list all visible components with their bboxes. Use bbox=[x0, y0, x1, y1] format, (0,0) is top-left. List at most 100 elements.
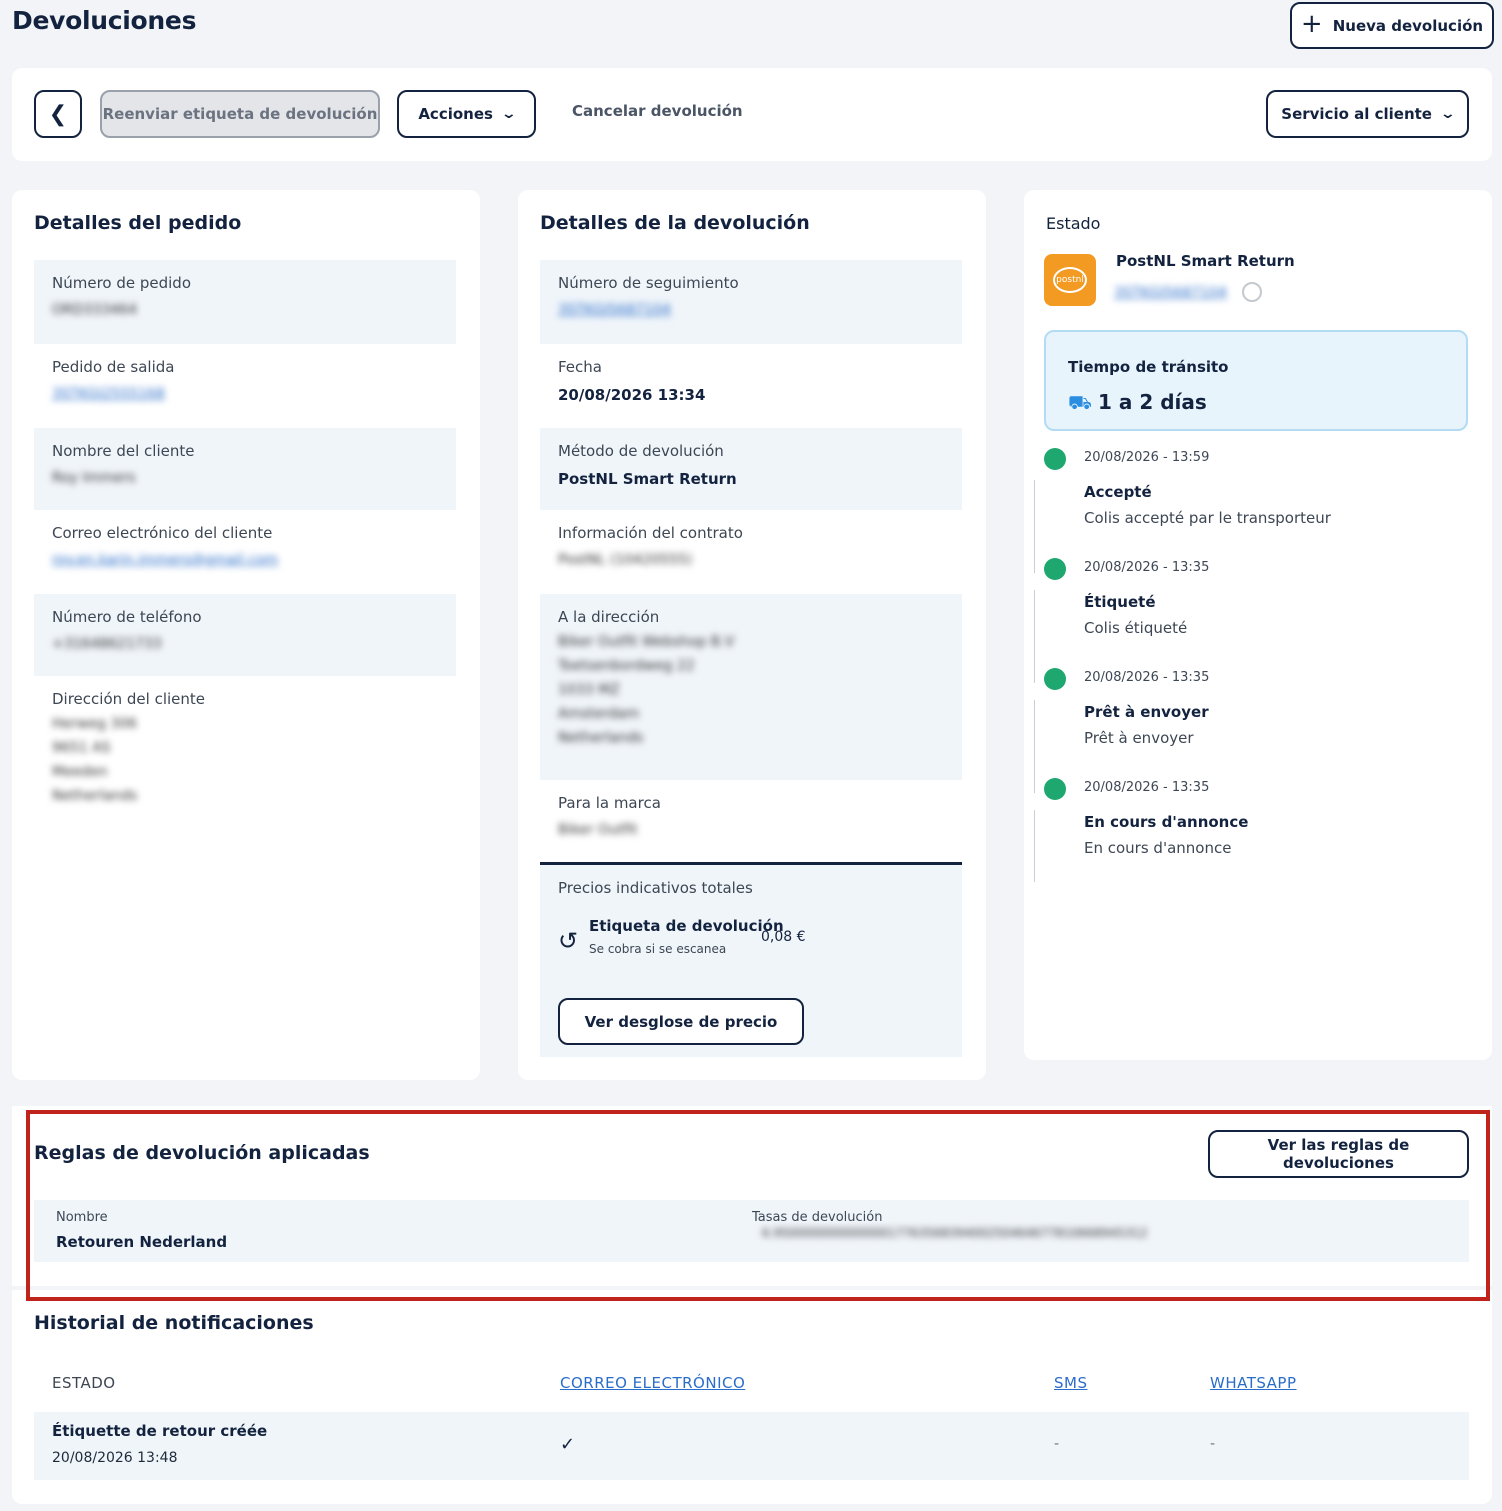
address-line: Meeden bbox=[52, 764, 108, 780]
phone-field: Número de teléfono +31648621733 bbox=[34, 594, 456, 676]
order-number-value: ORD333464 bbox=[52, 302, 137, 318]
field-label: Para la marca bbox=[558, 794, 661, 812]
address-line: 1033 MZ bbox=[558, 682, 620, 698]
timeline-connector bbox=[1034, 810, 1035, 882]
field-label: Número de seguimiento bbox=[558, 274, 739, 292]
actions-dropdown[interactable]: Acciones ⌄ bbox=[397, 90, 536, 138]
contract-info-value: PostNL (10420555) bbox=[558, 552, 693, 568]
status-card: Estado postnl PostNL Smart Return 3STKGJ… bbox=[1024, 190, 1492, 1060]
event-title: Accepté bbox=[1084, 483, 1152, 501]
status-title: Estado bbox=[1046, 214, 1101, 233]
event-description: En cours d'annonce bbox=[1084, 839, 1232, 857]
event-description: Colis étiqueté bbox=[1084, 619, 1188, 637]
event-title: Prêt à envoyer bbox=[1084, 703, 1209, 721]
prices-title: Precios indicativos totales bbox=[558, 879, 753, 897]
date-field: Fecha 20/08/2026 13:34 bbox=[540, 344, 962, 428]
column-sms[interactable]: SMS bbox=[1054, 1374, 1088, 1392]
return-label-item: Etiqueta de devolución bbox=[589, 917, 784, 935]
customer-address-value: Herweg 306 9651 AS Meeden Netherlands bbox=[52, 716, 438, 804]
new-return-button[interactable]: + Nueva devolución bbox=[1290, 2, 1494, 49]
cancel-return-button[interactable]: Cancelar devolución bbox=[572, 102, 743, 120]
event-title: En cours d'annonce bbox=[1084, 813, 1249, 831]
postnl-logo-mark: postnl bbox=[1053, 267, 1087, 293]
postnl-logo: postnl bbox=[1044, 254, 1096, 306]
price-breakdown-button[interactable]: Ver desglose de precio bbox=[558, 998, 804, 1045]
whatsapp-value: - bbox=[1210, 1436, 1216, 1452]
tracking-number-link[interactable]: 3STKGJ5687104 bbox=[558, 302, 944, 318]
order-details-card: Detalles del pedido Número de pedido ORD… bbox=[12, 190, 480, 1080]
outbound-order-link[interactable]: 3STKGJ2555168 bbox=[52, 386, 438, 402]
new-return-label: Nueva devolución bbox=[1332, 16, 1484, 35]
applied-rules-card: Reglas de devolución aplicadas Ver las r… bbox=[12, 1106, 1492, 1286]
status-dot bbox=[1044, 448, 1066, 470]
customer-email-link[interactable]: roy.en.karin.immers@gmail.com bbox=[52, 552, 438, 568]
chevron-down-icon: ⌄ bbox=[500, 106, 518, 122]
timeline-connector bbox=[1034, 700, 1035, 793]
to-address-field: A la dirección Biker Outfit Webshop B.V … bbox=[540, 594, 962, 780]
timeline-connector bbox=[1034, 480, 1035, 573]
customer-service-dropdown[interactable]: Servicio al cliente ⌄ bbox=[1266, 90, 1469, 138]
actions-label: Acciones bbox=[418, 105, 493, 123]
to-address-value: Biker Outfit Webshop B.V Toetsenbordweg … bbox=[558, 634, 944, 746]
order-details-title: Detalles del pedido bbox=[34, 212, 242, 234]
customer-address-field: Dirección del cliente Herweg 306 9651 AS… bbox=[34, 676, 456, 826]
column-status: ESTADO bbox=[52, 1374, 116, 1392]
field-label: Pedido de salida bbox=[52, 358, 175, 376]
event-time: 20/08/2026 - 13:59 bbox=[1084, 450, 1210, 465]
check-icon: ✓ bbox=[560, 1434, 576, 1455]
customer-name-value: Roy Immers bbox=[52, 470, 136, 486]
event-time: 20/08/2026 - 13:35 bbox=[1084, 780, 1210, 795]
address-line: Biker Outfit Webshop B.V bbox=[558, 634, 735, 650]
brand-value: Biker Outfit bbox=[558, 822, 638, 838]
return-details-card: Detalles de la devolución Número de segu… bbox=[518, 190, 986, 1080]
field-label: A la dirección bbox=[558, 608, 660, 626]
sms-value: - bbox=[1054, 1436, 1060, 1452]
back-button[interactable]: ❮ bbox=[34, 90, 82, 138]
status-dot bbox=[1044, 778, 1066, 800]
order-number-field: Número de pedido ORD333464 bbox=[34, 260, 456, 344]
rule-name-label: Nombre bbox=[56, 1210, 108, 1225]
transit-time-label: Tiempo de tránsito bbox=[1068, 358, 1229, 376]
return-details-title: Detalles de la devolución bbox=[540, 212, 810, 234]
applied-rules-title: Reglas de devolución aplicadas bbox=[34, 1142, 370, 1164]
event-title: Étiqueté bbox=[1084, 593, 1156, 611]
notification-date: 20/08/2026 13:48 bbox=[52, 1450, 178, 1466]
transit-time-box: Tiempo de tránsito ⛟ 1 a 2 días bbox=[1044, 330, 1468, 431]
return-method-value: PostNL Smart Return bbox=[558, 470, 737, 488]
return-fees-label: Tasas de devolución bbox=[752, 1210, 883, 1225]
rule-row: Nombre Retouren Nederland Tasas de devol… bbox=[34, 1200, 1469, 1262]
copy-icon[interactable] bbox=[1242, 282, 1262, 302]
table-row: Étiquette de retour créée 20/08/2026 13:… bbox=[34, 1412, 1469, 1480]
phone-value: +31648621733 bbox=[52, 636, 162, 652]
event-time: 20/08/2026 - 13:35 bbox=[1084, 670, 1210, 685]
indicative-prices-section: Precios indicativos totales ↺ Etiqueta d… bbox=[540, 862, 962, 1057]
column-whatsapp[interactable]: WHATSAPP bbox=[1210, 1374, 1297, 1392]
customer-service-label: Servicio al cliente bbox=[1281, 105, 1432, 123]
field-label: Fecha bbox=[558, 358, 602, 376]
notification-history-title: Historial de notificaciones bbox=[34, 1312, 314, 1334]
date-value: 20/08/2026 13:34 bbox=[558, 386, 706, 404]
view-return-rules-button[interactable]: Ver las reglas de devoluciones bbox=[1208, 1130, 1469, 1178]
carrier-tracking-link[interactable]: 3STKGJ5687104 bbox=[1114, 285, 1227, 301]
status-dot bbox=[1044, 668, 1066, 690]
notification-status: Étiquette de retour créée bbox=[52, 1422, 268, 1440]
event-description: Colis accepté par le transporteur bbox=[1084, 509, 1331, 527]
column-email[interactable]: CORREO ELECTRÓNICO bbox=[560, 1374, 745, 1392]
plus-icon: + bbox=[1300, 9, 1323, 39]
event-time: 20/08/2026 - 13:35 bbox=[1084, 560, 1210, 575]
status-dot bbox=[1044, 558, 1066, 580]
chevron-left-icon: ❮ bbox=[48, 101, 68, 127]
truck-icon: ⛟ bbox=[1068, 392, 1092, 414]
address-line: Herweg 306 bbox=[52, 716, 138, 732]
outbound-order-field: Pedido de salida 3STKGJ2555168 bbox=[34, 344, 456, 428]
return-arrow-icon: ↺ bbox=[558, 927, 579, 955]
address-line: Toetsenbordweg 22 bbox=[558, 658, 695, 674]
event-description: Prêt à envoyer bbox=[1084, 729, 1194, 747]
customer-email-field: Correo electrónico del cliente roy.en.ka… bbox=[34, 510, 456, 594]
transit-time-value: 1 a 2 días bbox=[1098, 390, 1207, 414]
resend-label-button[interactable]: Reenviar etiqueta de devolución bbox=[100, 90, 380, 138]
field-label: Método de devolución bbox=[558, 442, 724, 460]
rule-name-value: Retouren Nederland bbox=[56, 1233, 228, 1251]
field-label: Dirección del cliente bbox=[52, 690, 206, 708]
carrier-name: PostNL Smart Return bbox=[1116, 252, 1295, 270]
